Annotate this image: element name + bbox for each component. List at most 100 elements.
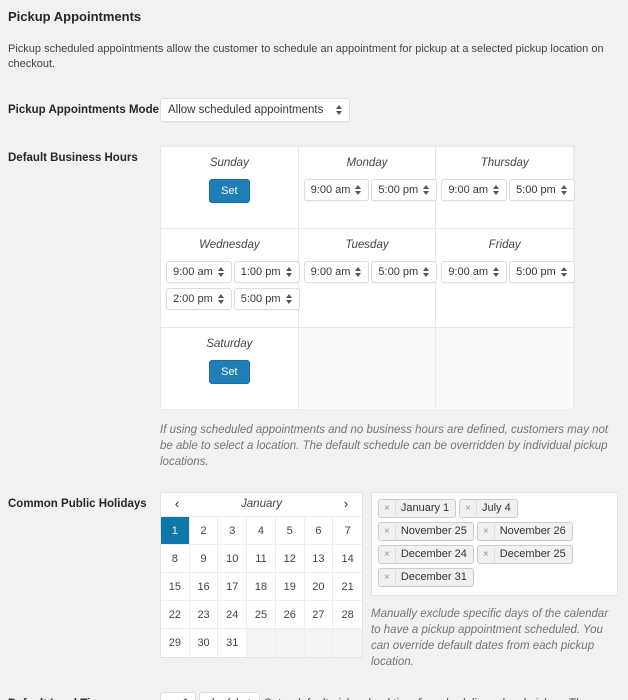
calendar-day[interactable]: 17 — [218, 573, 248, 601]
holiday-tag[interactable]: × July 4 — [459, 499, 518, 518]
calendar-day[interactable]: 23 — [189, 601, 219, 629]
holiday-tag-label: July 4 — [482, 502, 511, 514]
calendar-month-label: January — [241, 498, 282, 510]
business-hours-empty-cell — [435, 327, 574, 410]
default-business-hours-row: Default Business Hours Sunday Set Monday 9:… — [8, 146, 618, 470]
holiday-tag-label: January 1 — [400, 502, 450, 514]
pickup-appointments-mode-label: Pickup Appointments Mode — [8, 104, 159, 116]
page-description: Pickup scheduled appointments allow the … — [8, 43, 604, 70]
calendar-day[interactable]: 14 — [333, 545, 362, 573]
calendar-day[interactable]: 18 — [247, 573, 276, 601]
time-range: 9:00 am 5:00 pm — [303, 179, 438, 201]
holidays-help: Manually exclude specific days of the ca… — [371, 608, 609, 668]
set-hours-button[interactable]: Set — [209, 179, 250, 203]
calendar-day[interactable]: 8 — [161, 545, 190, 573]
calendar-day[interactable]: 16 — [189, 573, 219, 601]
calendar-day[interactable]: 30 — [189, 629, 219, 657]
remove-tag-icon[interactable]: × — [460, 501, 477, 516]
calendar-day[interactable]: 6 — [304, 517, 334, 545]
remove-tag-icon[interactable]: × — [379, 547, 396, 562]
holiday-tag-label: December 31 — [400, 571, 467, 583]
time-range: 9:00 am 5:00 pm — [440, 261, 575, 283]
calendar-day[interactable]: 29 — [161, 629, 190, 657]
holiday-tag[interactable]: × December 25 — [476, 545, 573, 564]
day-label: Wednesday — [199, 239, 260, 251]
calendar-header: ‹ January › — [161, 493, 362, 517]
lead-time-unit-select[interactable]: day(s) — [199, 692, 261, 700]
calendar-day[interactable]: 27 — [304, 601, 334, 629]
end-time-select[interactable]: 5:00 pm — [371, 179, 438, 201]
calendar-blank-cell — [333, 629, 362, 657]
calendar-day[interactable]: 28 — [333, 601, 362, 629]
calendar-day[interactable]: 22 — [161, 601, 190, 629]
business-hours-cell-sunday: Sunday Set — [160, 146, 299, 229]
remove-tag-icon[interactable]: × — [478, 547, 495, 562]
business-hours-table: Sunday Set Monday 9:00 am 5:00 pm Thursday 9:0… — [160, 146, 575, 410]
remove-tag-icon[interactable]: × — [379, 501, 396, 516]
holiday-tag[interactable]: × December 31 — [378, 568, 474, 587]
holiday-tag[interactable]: × November 25 — [378, 522, 474, 541]
holiday-tag-label: November 26 — [499, 525, 566, 537]
calendar-day[interactable]: 3 — [218, 517, 248, 545]
start-time-select[interactable]: 9:00 am — [441, 179, 508, 201]
end-time-select[interactable]: 5:00 pm — [509, 261, 575, 283]
calendar-day[interactable]: 9 — [189, 545, 219, 573]
calendar-day[interactable]: 20 — [304, 573, 334, 601]
default-business-hours-label: Default Business Hours — [8, 152, 138, 164]
calendar-day[interactable]: 31 — [218, 629, 248, 657]
page-title: Pickup Appointments — [8, 9, 142, 24]
start-time-select[interactable]: 9:00 am — [166, 261, 232, 283]
end-time-select[interactable]: 5:00 pm — [371, 261, 438, 283]
start-time-select[interactable]: 2:00 pm — [166, 288, 232, 310]
start-time-select[interactable]: 9:00 am — [303, 179, 370, 201]
default-lead-time-field: day(s) Set a default pickup lead time fo… — [160, 692, 618, 700]
business-hours-cell-monday: Monday 9:00 am 5:00 pm — [297, 146, 438, 229]
calendar-day[interactable]: 11 — [247, 545, 276, 573]
calendar-day[interactable]: 15 — [161, 573, 190, 601]
end-time-select[interactable]: 1:00 pm — [233, 261, 300, 283]
time-range: 9:00 am 1:00 pm — [165, 261, 300, 283]
set-hours-button[interactable]: Set — [209, 360, 250, 384]
calendar-day[interactable]: 7 — [333, 517, 362, 545]
common-public-holidays-row: Common Public Holidays ‹ January › 12345… — [8, 492, 618, 670]
default-business-hours-field: Sunday Set Monday 9:00 am 5:00 pm Thursday 9:0… — [160, 146, 618, 470]
day-label: Friday — [488, 239, 521, 251]
holiday-tag[interactable]: × January 1 — [378, 499, 457, 518]
calendar-day[interactable]: 25 — [247, 601, 276, 629]
calendar-day[interactable]: 4 — [247, 517, 276, 545]
calendar-day[interactable]: 13 — [304, 545, 334, 573]
calendar-prev-icon[interactable]: ‹ — [170, 497, 184, 511]
business-hours-cell-wednesday: Wednesday 9:00 am 1:00 pm 2:00 pm 5:00 pm — [160, 228, 300, 328]
calendar-day[interactable]: 10 — [218, 545, 248, 573]
holiday-tag-label: November 25 — [400, 525, 467, 537]
holiday-tag[interactable]: × November 26 — [476, 522, 573, 541]
calendar-day[interactable]: 24 — [218, 601, 248, 629]
business-hours-row: Wednesday 9:00 am 1:00 pm 2:00 pm 5:00 pm Tue… — [160, 228, 575, 328]
lead-time-input[interactable] — [160, 692, 196, 700]
calendar-day[interactable]: 2 — [189, 517, 219, 545]
calendar-next-icon[interactable]: › — [339, 497, 353, 511]
end-time-select[interactable]: 5:00 pm — [233, 288, 300, 310]
calendar-day[interactable]: 12 — [275, 545, 305, 573]
calendar-day[interactable]: 5 — [275, 517, 305, 545]
business-hours-cell-friday: Friday 9:00 am 5:00 pm — [435, 228, 575, 328]
business-hours-empty-cell — [297, 327, 437, 410]
business-hours-row: Sunday Set Monday 9:00 am 5:00 pm Thursday 9:0… — [160, 146, 575, 229]
end-time-select[interactable]: 5:00 pm — [509, 179, 575, 201]
remove-tag-icon[interactable]: × — [478, 524, 495, 539]
start-time-select[interactable]: 9:00 am — [441, 261, 508, 283]
remove-tag-icon[interactable]: × — [379, 524, 396, 539]
holiday-tags-box[interactable]: × January 1 × July 4 × November 25 × November 2… — [371, 492, 618, 596]
holiday-tag[interactable]: × December 24 — [378, 545, 474, 564]
calendar-day[interactable]: 21 — [333, 573, 362, 601]
remove-tag-icon[interactable]: × — [379, 570, 396, 585]
day-label: Saturday — [206, 338, 253, 350]
calendar-day[interactable]: 26 — [275, 601, 305, 629]
calendar-day[interactable]: 1 — [161, 517, 190, 545]
start-time-select[interactable]: 9:00 am — [303, 261, 370, 283]
pickup-appointments-mode-select[interactable]: Allow scheduled appointments — [160, 98, 351, 122]
time-range: 9:00 am 5:00 pm — [440, 179, 575, 201]
business-hours-help: If using scheduled appointments and no b… — [160, 424, 609, 468]
calendar-day[interactable]: 19 — [275, 573, 305, 601]
time-range: 2:00 pm 5:00 pm — [165, 288, 300, 310]
